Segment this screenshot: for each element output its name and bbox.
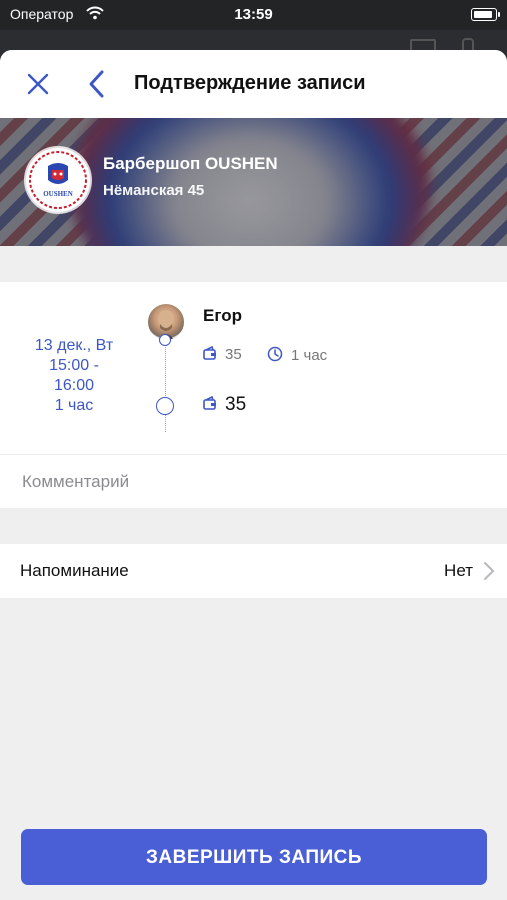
booking-confirmation-sheet: Подтверждение записи OUSHEN Барбершоп OU… bbox=[0, 50, 507, 900]
service-price: 35 bbox=[203, 345, 242, 364]
comment-row bbox=[0, 454, 507, 508]
timeline-dot-master bbox=[159, 334, 171, 346]
page-title: Подтверждение записи bbox=[134, 72, 366, 94]
shop-logo: OUSHEN bbox=[26, 148, 90, 212]
comment-field[interactable] bbox=[20, 469, 484, 495]
chevron-right-icon bbox=[483, 561, 495, 586]
booking-duration: 1 час bbox=[54, 397, 94, 414]
reminder-value: Нет bbox=[444, 561, 473, 580]
wallet-icon bbox=[203, 345, 217, 364]
chevron-left-icon[interactable] bbox=[84, 68, 110, 100]
close-icon[interactable] bbox=[24, 70, 52, 98]
nav-bar: Подтверждение записи bbox=[0, 50, 507, 118]
booking-time-range: 15:00 - 16:00 bbox=[49, 357, 99, 394]
shop-banner: OUSHEN Барбершоп OUSHEN Нёманская 45 bbox=[0, 118, 507, 246]
reminder-label: Напоминание bbox=[20, 561, 129, 580]
finish-booking-button[interactable]: ЗАВЕРШИТЬ ЗАПИСЬ bbox=[21, 829, 487, 885]
booking-datetime: 13 дек., Вт 15:00 - 16:00 1 час bbox=[0, 336, 148, 416]
booking-date: 13 дек., Вт bbox=[34, 337, 114, 354]
shop-address: Нёманская 45 bbox=[103, 182, 205, 199]
timeline-line bbox=[165, 340, 166, 432]
master-name: Егор bbox=[203, 306, 242, 325]
status-bar: Оператор 13:59 bbox=[0, 0, 507, 30]
clock: 13:59 bbox=[234, 6, 273, 23]
total-price: 35 bbox=[203, 394, 246, 416]
booking-details: 13 дек., Вт 15:00 - 16:00 1 час Егор 35 bbox=[0, 282, 507, 454]
wallet-icon bbox=[203, 394, 217, 416]
timeline-dot-total bbox=[156, 397, 174, 415]
reminder-row[interactable]: Напоминание Нет bbox=[0, 544, 507, 598]
service-duration: 1 час bbox=[267, 346, 327, 366]
shop-name: Барбершоп OUSHEN bbox=[103, 154, 278, 173]
battery-icon bbox=[471, 8, 500, 21]
clock-icon bbox=[267, 346, 283, 366]
logo-text: OUSHEN bbox=[43, 190, 73, 198]
